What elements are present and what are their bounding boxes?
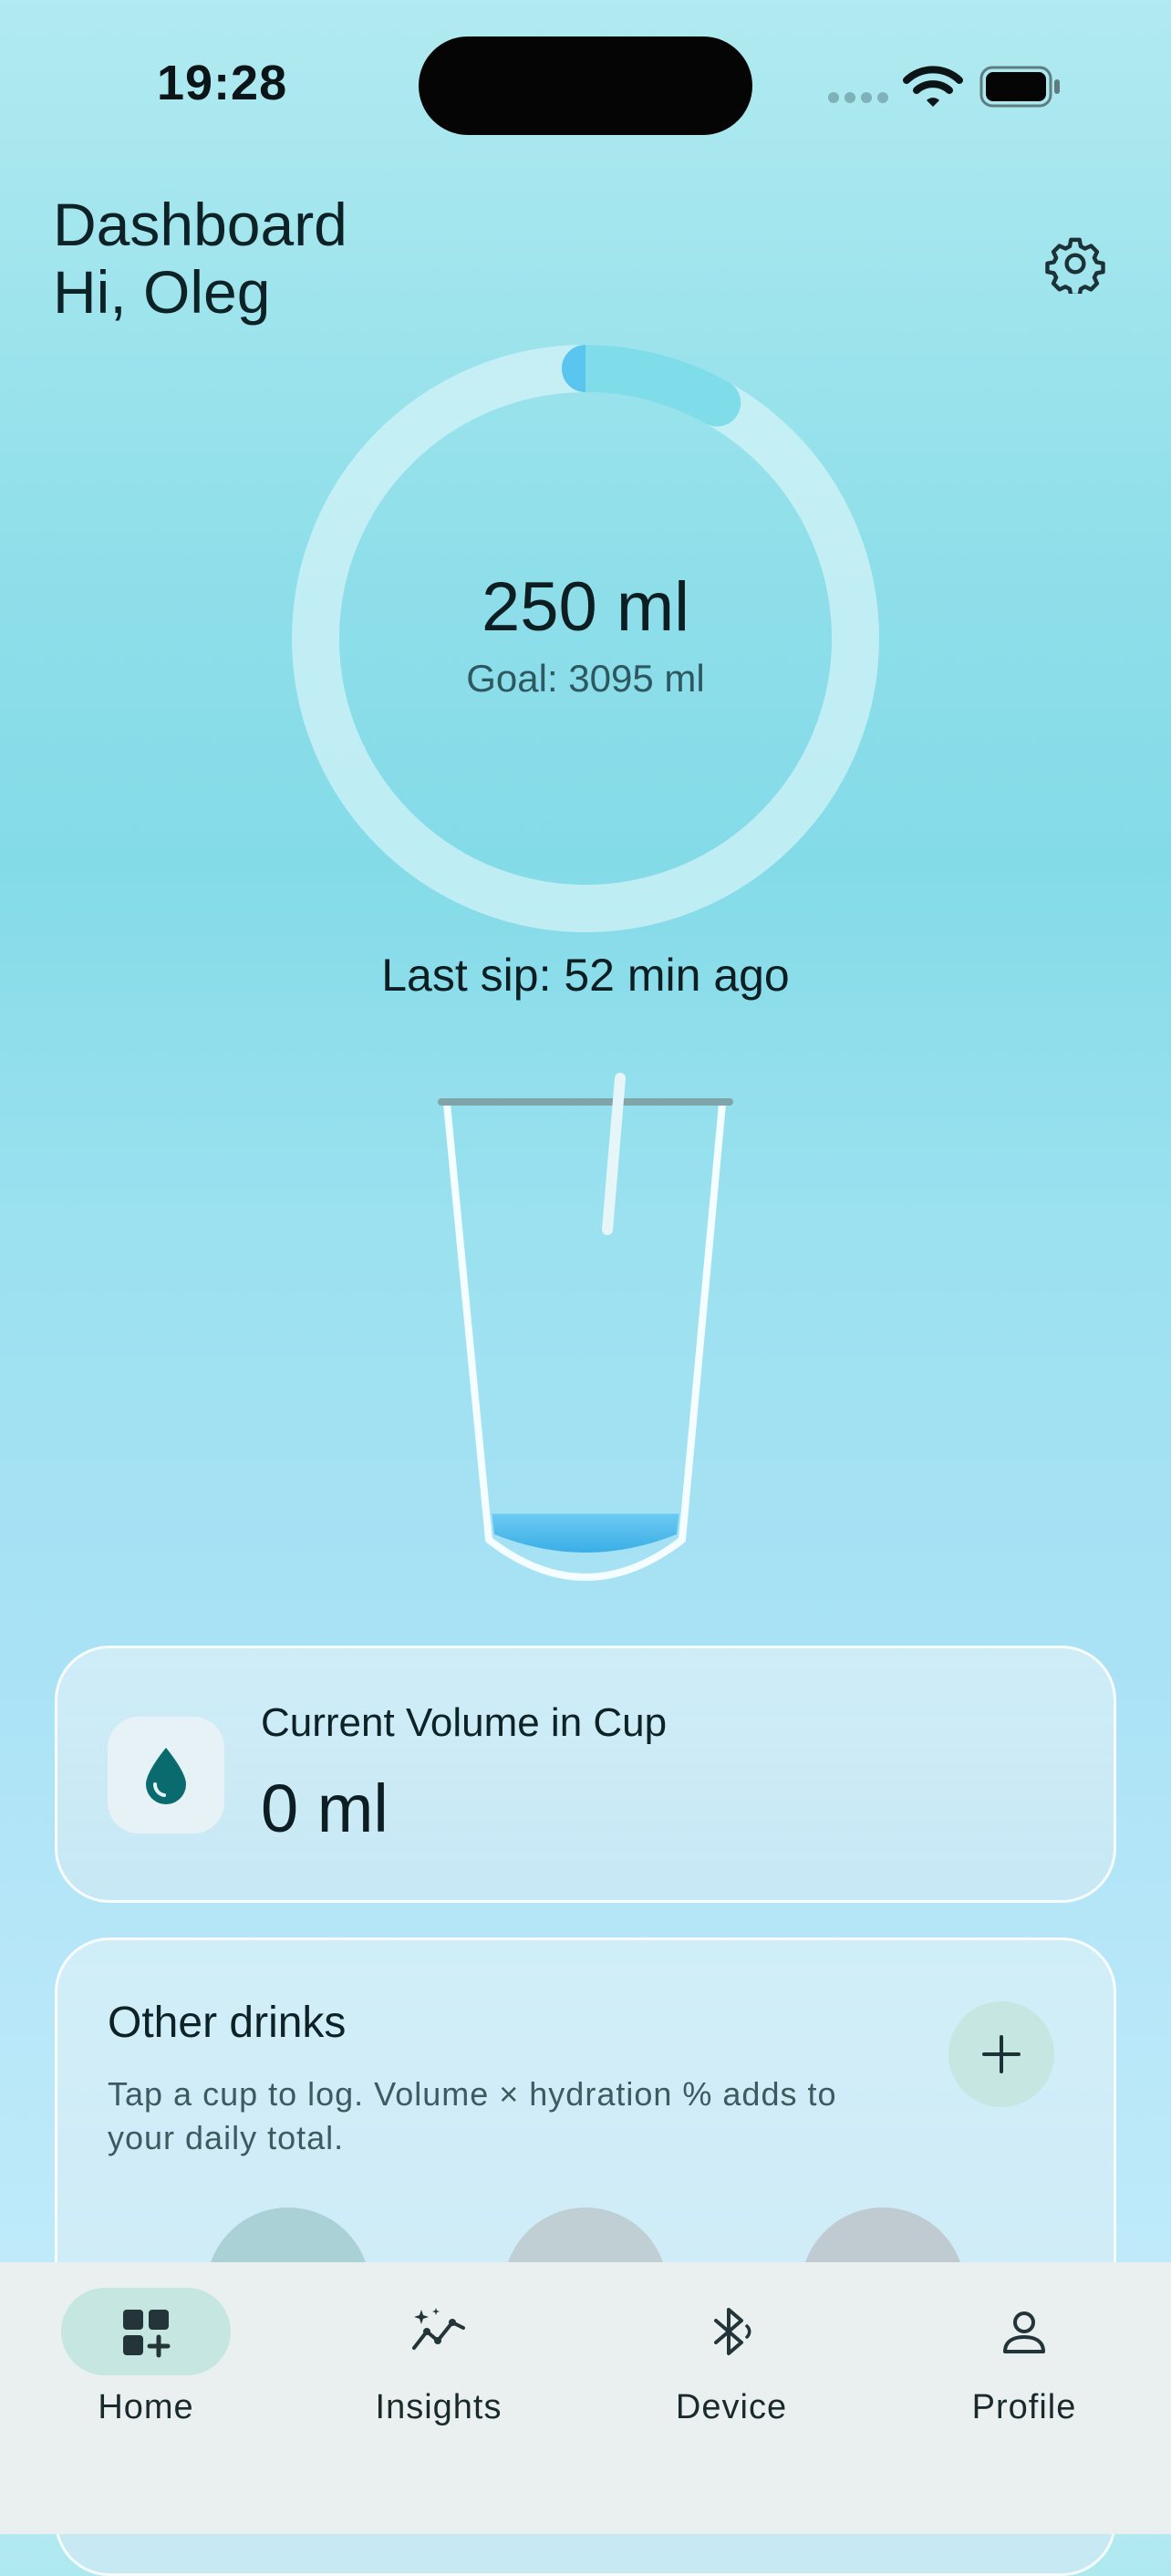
- progress-arc: [562, 345, 741, 427]
- other-drinks-hint: Tap a cup to log. Volume × hydration % a…: [108, 2075, 837, 2156]
- nav-label-device: Device: [675, 2388, 788, 2426]
- wifi-icon: [903, 66, 963, 107]
- daily-goal: Goal: 3095 ml: [466, 657, 705, 700]
- battery-icon: [979, 66, 1060, 108]
- current-volume-value: 0 ml: [261, 1771, 389, 1846]
- dashboard-add-icon: [123, 2310, 171, 2358]
- bluetooth-icon: [714, 2308, 751, 2355]
- cup-water-level: [492, 1513, 679, 1553]
- cup-illustration: [438, 1073, 733, 1581]
- cellular-signal-icon: [828, 92, 888, 103]
- insights-sparkle-icon: [412, 2308, 465, 2350]
- nav-home[interactable]: Home: [32, 2288, 260, 2470]
- other-drinks-title: Other drinks: [108, 1999, 347, 2047]
- add-drink-button[interactable]: [948, 2001, 1054, 2107]
- water-drop-icon: [108, 1717, 224, 1833]
- status-time: 19:28: [157, 56, 288, 110]
- dynamic-island: [419, 36, 752, 135]
- nav-device[interactable]: Device: [617, 2288, 845, 2470]
- nav-label-insights: Insights: [375, 2388, 503, 2426]
- last-sip-text: Last sip: 52 min ago: [381, 950, 790, 1001]
- page-title: Dashboard: [53, 191, 347, 258]
- nav-insights[interactable]: Insights: [325, 2288, 553, 2470]
- consumed-volume: 250 ml: [481, 568, 690, 646]
- nav-label-home: Home: [98, 2388, 194, 2426]
- settings-gear-icon[interactable]: [1045, 234, 1105, 294]
- person-icon: [1003, 2311, 1045, 2353]
- nav-profile[interactable]: Profile: [910, 2288, 1138, 2470]
- nav-label-profile: Profile: [971, 2388, 1077, 2426]
- current-volume-label: Current Volume in Cup: [261, 1700, 668, 1745]
- greeting: Hi, Oleg: [53, 258, 271, 326]
- plus-icon: [982, 2035, 1021, 2073]
